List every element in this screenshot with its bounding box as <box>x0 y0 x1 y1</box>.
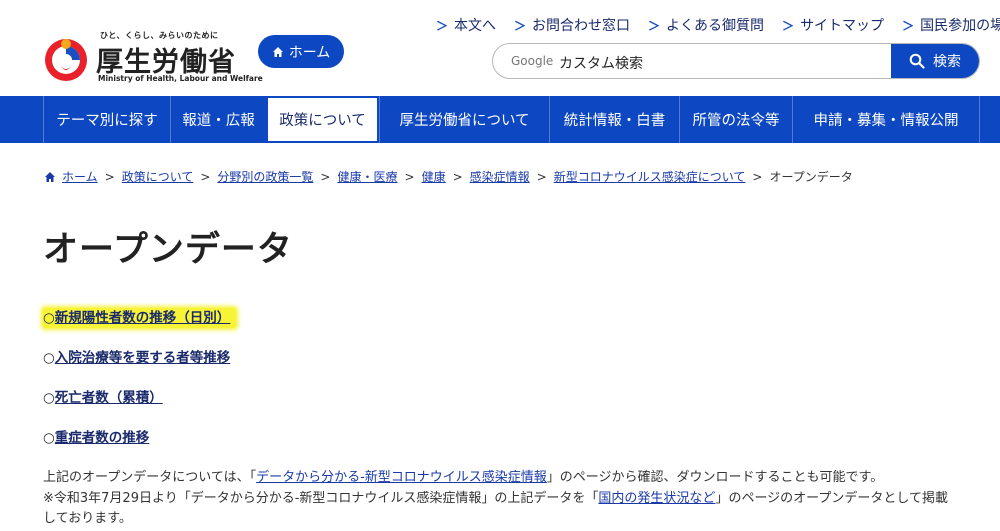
link-data-covid-info[interactable]: データから分かる-新型コロナウイルス感染症情報 <box>256 470 547 485</box>
breadcrumb-separator: > <box>452 169 463 184</box>
breadcrumb-separator: > <box>200 169 211 184</box>
chevron-right-icon: ＞ <box>514 18 527 33</box>
chevron-right-icon: ＞ <box>436 18 449 33</box>
home-button-label: ホーム <box>288 44 331 61</box>
chevron-right-icon: ＞ <box>648 18 661 33</box>
nav-item-laws[interactable]: 所管の法令等 <box>679 96 792 143</box>
highlight-marker: ○新規陽性者数の推移（日別） <box>43 308 237 328</box>
util-link-participation[interactable]: ＞国民参加の場 <box>902 15 1000 35</box>
util-link-sitemap[interactable]: ＞サイトマップ <box>782 15 884 35</box>
data-link-item: ○入院治療等を要する者等推移 <box>43 346 230 366</box>
ministry-emblem-icon <box>45 39 87 81</box>
nav-item-press[interactable]: 報道・広報 <box>170 96 266 143</box>
breadcrumb-health[interactable]: 健康 <box>422 168 446 185</box>
breadcrumb-current: オープンデータ <box>769 170 853 184</box>
data-link-item: ○重症者数の推移 <box>43 426 149 446</box>
bullet: ○ <box>43 350 55 366</box>
util-link-contact[interactable]: ＞お問合わせ窓口 <box>514 15 630 35</box>
nav-item-applications[interactable]: 申請・募集・情報公開 <box>792 96 980 143</box>
site-logo[interactable]: ひと、くらし、みらいのために 厚生労働省 Ministry of Health,… <box>42 30 263 86</box>
util-link-main-content[interactable]: ＞本文へ <box>436 15 496 35</box>
logo-english-name: Ministry of Health, Labour and Welfare <box>98 74 263 83</box>
nav-item-themes[interactable]: テーマ別に探す <box>43 96 170 143</box>
nav-item-policy[interactable]: 政策について <box>266 96 379 143</box>
page-title: オープンデータ <box>43 230 293 270</box>
home-icon <box>272 46 283 57</box>
utility-links: ＞本文へ ＞お問合わせ窓口 ＞よくある御質問 ＞サイトマップ ＞国民参加の場 <box>436 15 1000 35</box>
link-deaths-cumulative[interactable]: 死亡者数（累積） <box>55 390 163 406</box>
breadcrumb-covid[interactable]: 新型コロナウイルス感染症について <box>554 168 746 185</box>
chevron-right-icon: ＞ <box>902 18 915 33</box>
link-new-positive-cases[interactable]: 新規陽性者数の推移（日別） <box>55 310 231 326</box>
link-hospitalized[interactable]: 入院治療等を要する者等推移 <box>55 350 231 366</box>
breadcrumb-home[interactable]: ホーム <box>62 168 98 185</box>
search-button-label: 検索 <box>933 54 961 70</box>
link-domestic-status[interactable]: 国内の発生状況など <box>598 491 715 506</box>
breadcrumb-health-medical[interactable]: 健康・医療 <box>337 168 397 185</box>
home-icon <box>45 171 55 182</box>
breadcrumb: ホーム > 政策について > 分野別の政策一覧 > 健康・医療 > 健康 > 感… <box>44 168 853 185</box>
global-nav: テーマ別に探す 報道・広報 政策について 厚生労働省について 統計情報・白書 所… <box>0 96 1000 143</box>
link-severe-cases[interactable]: 重症者数の推移 <box>55 430 150 446</box>
bullet: ○ <box>43 430 55 446</box>
nav-item-about[interactable]: 厚生労働省について <box>379 96 549 143</box>
search-button[interactable]: 検索 <box>891 44 979 78</box>
breadcrumb-separator: > <box>536 169 547 184</box>
nav-item-statistics[interactable]: 統計情報・白書 <box>549 96 679 143</box>
home-button[interactable]: ホーム <box>258 35 344 68</box>
description-line-3: しております。 <box>43 511 132 526</box>
bullet: ○ <box>43 390 55 406</box>
site-header: ひと、くらし、みらいのために 厚生労働省 Ministry of Health,… <box>0 0 1000 96</box>
search-input[interactable] <box>511 44 881 78</box>
breadcrumb-separator: > <box>404 169 415 184</box>
search-box: Google カスタム検索 検索 <box>492 43 980 79</box>
breadcrumb-separator: > <box>320 169 331 184</box>
chevron-right-icon: ＞ <box>782 18 795 33</box>
breadcrumb-policy[interactable]: 政策について <box>122 168 194 185</box>
data-link-item: ○新規陽性者数の推移（日別） <box>43 306 237 328</box>
description-line-2: ※令和3年7月29日より「データから分かる-新型コロナウイルス感染症情報」の上記… <box>43 491 949 506</box>
description-line-1: 上記のオープンデータについては、「データから分かる-新型コロナウイルス感染症情報… <box>43 470 884 485</box>
bullet: ○ <box>43 310 55 326</box>
util-link-faq[interactable]: ＞よくある御質問 <box>648 15 764 35</box>
data-link-item: ○死亡者数（累積） <box>43 386 163 406</box>
breadcrumb-infectious-disease[interactable]: 感染症情報 <box>470 168 530 185</box>
search-icon <box>909 53 925 69</box>
breadcrumb-separator: > <box>104 169 115 184</box>
breadcrumb-separator: > <box>752 169 763 184</box>
breadcrumb-policy-list[interactable]: 分野別の政策一覧 <box>217 168 313 185</box>
